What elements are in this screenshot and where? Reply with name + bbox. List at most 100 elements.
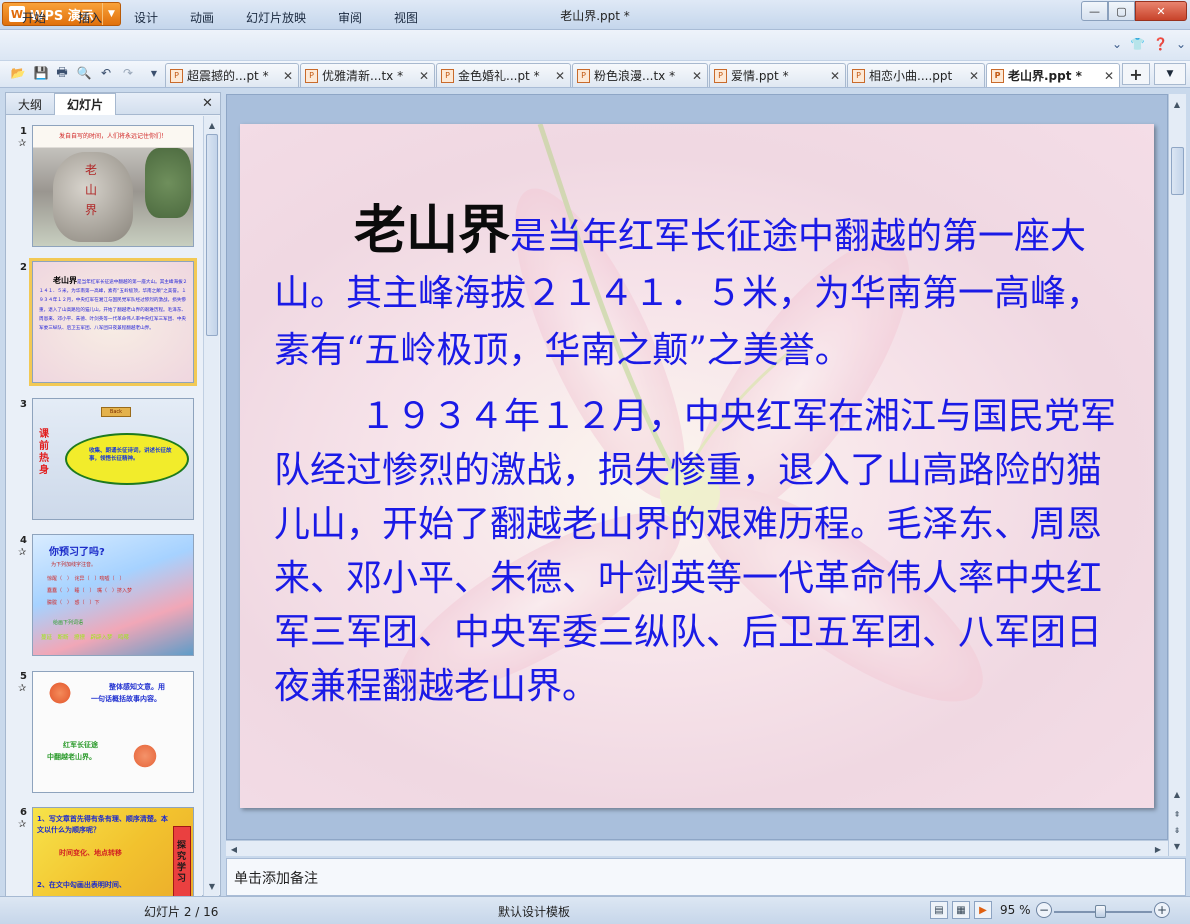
new-tab-button[interactable]: + [1122, 63, 1150, 85]
slide-indicator: 幻灯片 2 / 16 [144, 905, 219, 919]
maximize-button[interactable]: ▢ [1108, 1, 1135, 21]
slide-thumbnail-5[interactable]: 整体感知文意。用 一句话概括故事内容。 红军长征途 中翻越老山界。 [32, 671, 194, 793]
zoom-in-icon[interactable]: + [1154, 902, 1170, 918]
slides-panel: 大纲 幻灯片 ✕ 1 ✰ 发自自写的时间，人们将永远记住你们！ 老山界 2 老山… [5, 92, 221, 896]
doc-tab-4[interactable]: P 粉色浪漫...tx * ✕ [572, 63, 708, 87]
thumb-text: 中翻越老山界。 [47, 753, 96, 761]
menu-insert[interactable]: 插入 [78, 9, 102, 26]
back-tag: Back [101, 407, 131, 417]
scrollbar-thumb[interactable] [1171, 147, 1184, 195]
menu-review[interactable]: 审阅 [338, 9, 362, 26]
thumb-number: 2 [20, 262, 27, 273]
notes-pane[interactable]: 单击添加备注 [226, 858, 1186, 896]
slide-sorter-view-icon[interactable]: ▦ [952, 901, 970, 919]
close-panel-icon[interactable]: ✕ [202, 96, 213, 111]
ppt-file-icon: P [852, 68, 865, 83]
thumb-subtitle: 为下列加线字注音。 [51, 562, 97, 568]
thumb-bubble: 收集、朗诵长征诗词，讲述长征故事，领悟长征精神。 [65, 433, 189, 485]
scroll-up-icon[interactable]: ▲ [206, 119, 218, 131]
thumb-text: 一句话概括故事内容。 [91, 695, 161, 703]
thumb-side-arrow: 探究学习 [173, 826, 191, 896]
menu-view[interactable]: 视图 [394, 9, 418, 26]
doc-tab-5[interactable]: P 爱情.ppt * ✕ [709, 63, 846, 87]
thumb-number: 4 [20, 535, 27, 546]
chevron-down-icon[interactable]: ⌄ [1176, 37, 1186, 51]
customize-toolbar-icon[interactable]: ▼ [146, 65, 162, 81]
thumb-title: 你预习了吗? [49, 547, 105, 558]
thumb-text: 红军长征途 [63, 741, 98, 749]
maple-leaf-icon [47, 682, 73, 704]
scroll-down-icon[interactable]: ▼ [206, 880, 218, 892]
close-tab-icon[interactable]: ✕ [417, 69, 431, 83]
close-tab-icon[interactable]: ✕ [281, 69, 295, 83]
print-icon[interactable]: 🖶 [54, 65, 70, 81]
slide-thumbnail-list: 1 ✰ 发自自写的时间，人们将永远记住你们！ 老山界 2 老山界是当年红军长征途… [6, 116, 202, 896]
collapse-ribbon-icon[interactable]: ⌄ [1112, 37, 1122, 51]
slide-thumbnail-3[interactable]: Back 课前热身 收集、朗诵长征诗词，讲述长征故事，领悟长征精神。 [32, 398, 194, 520]
scroll-down-icon[interactable]: ▼ [1171, 840, 1183, 852]
menu-animation[interactable]: 动画 [190, 9, 214, 26]
tab-slides[interactable]: 幻灯片 [54, 93, 116, 115]
zoom-out-icon[interactable]: − [1036, 902, 1052, 918]
slide-thumbnail-6[interactable]: 1、写文章首先得有条有理、顺序清楚。本文以什么为顺序呢？ 时间变化、地点转移 2… [32, 807, 194, 896]
menu-right-tools: ⌄ 👕 ❓ ⌄ [1112, 37, 1186, 51]
close-tab-icon[interactable]: ✕ [690, 69, 704, 83]
close-tab-icon[interactable]: ✕ [967, 69, 981, 83]
doc-tab-active[interactable]: P 老山界.ppt * ✕ [986, 63, 1120, 87]
menu-design[interactable]: 设计 [134, 9, 158, 26]
slide-horizontal-scrollbar[interactable]: ◀ ▶ [226, 840, 1168, 856]
slide-thumbnail-4[interactable]: 你预习了吗? 为下列加线字注音。 惊醒（ ） 诧异（ ）喘嘘（ ） 蠢蠢（ ） … [32, 534, 194, 656]
doc-tab-6[interactable]: P 相恋小曲....ppt ✕ [847, 63, 985, 87]
scrollbar-thumb[interactable] [206, 134, 218, 336]
menu-slideshow[interactable]: 幻灯片放映 [246, 9, 306, 26]
scroll-up-icon[interactable]: ▲ [1171, 98, 1183, 110]
panel-tabs: 大纲 幻灯片 ✕ [6, 93, 220, 115]
normal-view-icon[interactable]: ▤ [930, 901, 948, 919]
previous-slide-icon[interactable]: ⇞ [1171, 808, 1183, 820]
print-preview-icon[interactable]: 🔍 [76, 65, 92, 81]
slide-vertical-scrollbar[interactable]: ▲ ▲ ⇞ ⇟ ▼ [1168, 94, 1186, 856]
menu-home[interactable]: 开始 [22, 9, 46, 26]
scroll-left-icon[interactable]: ◀ [228, 843, 240, 855]
slide-paragraph-1[interactable]: 老山界是当年红军长征途中翻越的第一座大山。其主峰海拔２１４１．５米，为华南第一高… [274, 202, 1122, 379]
close-tab-icon[interactable]: ✕ [1102, 69, 1116, 83]
animation-star-icon: ✰ [18, 819, 27, 830]
slide-editing-area: 老山界是当年红军长征途中翻越的第一座大山。其主峰海拔２１４１．５米，为华南第一高… [226, 94, 1168, 840]
doc-tab-1[interactable]: P 超震撼的...pt * ✕ [165, 63, 299, 87]
slide-thumbnail-1[interactable]: 发自自写的时间，人们将永远记住你们！ 老山界 [32, 125, 194, 247]
thumb-text: 时间变化、地点转移 [59, 849, 122, 857]
zoom-level[interactable]: 95 % [1000, 903, 1031, 917]
minimize-button[interactable]: — [1081, 1, 1108, 21]
scroll-right-icon[interactable]: ▶ [1152, 843, 1164, 855]
ppt-file-icon: P [991, 68, 1004, 83]
current-slide[interactable]: 老山界是当年红军长征途中翻越的第一座大山。其主峰海拔２１４１．５米，为华南第一高… [240, 124, 1154, 808]
ppt-file-icon: P [170, 68, 183, 83]
zoom-slider-handle[interactable] [1095, 905, 1106, 918]
slideshow-view-icon[interactable]: ▶ [974, 901, 992, 919]
slide-thumbnail-2[interactable]: 老山界是当年红军长征途中翻越的第一座大山。其主峰海拔２１４１．５米，为华南第一高… [29, 258, 197, 386]
skin-shirt-icon[interactable]: 👕 [1130, 37, 1145, 51]
close-window-button[interactable]: ✕ [1135, 1, 1187, 21]
thumb-title: 发自自写的时间，人们将永远记住你们！ [58, 133, 167, 140]
thumb-side-label: 课前热身 [39, 429, 49, 476]
close-tab-icon[interactable]: ✕ [828, 69, 842, 83]
tree-image [145, 148, 191, 218]
template-name[interactable]: 默认设计模板 [498, 903, 570, 920]
thumb-text: 整体感知文意。用 [109, 683, 165, 691]
thumbnail-scrollbar[interactable]: ▲ ▼ [203, 116, 219, 896]
help-icon[interactable]: ❓ [1153, 37, 1168, 51]
open-folder-icon[interactable]: 📂 [10, 65, 26, 81]
redo-icon[interactable]: ↷ [120, 65, 136, 81]
doc-tab-2[interactable]: P 优雅清新...tx * ✕ [300, 63, 435, 87]
thumb-row: 蠢蠢（ ） 睡（ ） 嘴（ ）挤入梦 [47, 588, 133, 594]
tab-outline[interactable]: 大纲 [8, 93, 52, 115]
scroll-up-icon[interactable]: ▲ [1171, 788, 1183, 800]
save-icon[interactable]: 💾 [33, 65, 49, 81]
undo-icon[interactable]: ↶ [98, 65, 114, 81]
tab-list-button[interactable]: ▼ [1154, 63, 1186, 85]
next-slide-icon[interactable]: ⇟ [1171, 824, 1183, 836]
slide-paragraph-2[interactable]: １９３４年１２月，中央红军在湘江与国民党军队经过惨烈的激战，损失惨重，退入了山高… [274, 390, 1122, 714]
doc-tab-3[interactable]: P 金色婚礼...pt * ✕ [436, 63, 571, 87]
thumb-number: 3 [20, 399, 27, 410]
close-tab-icon[interactable]: ✕ [553, 69, 567, 83]
